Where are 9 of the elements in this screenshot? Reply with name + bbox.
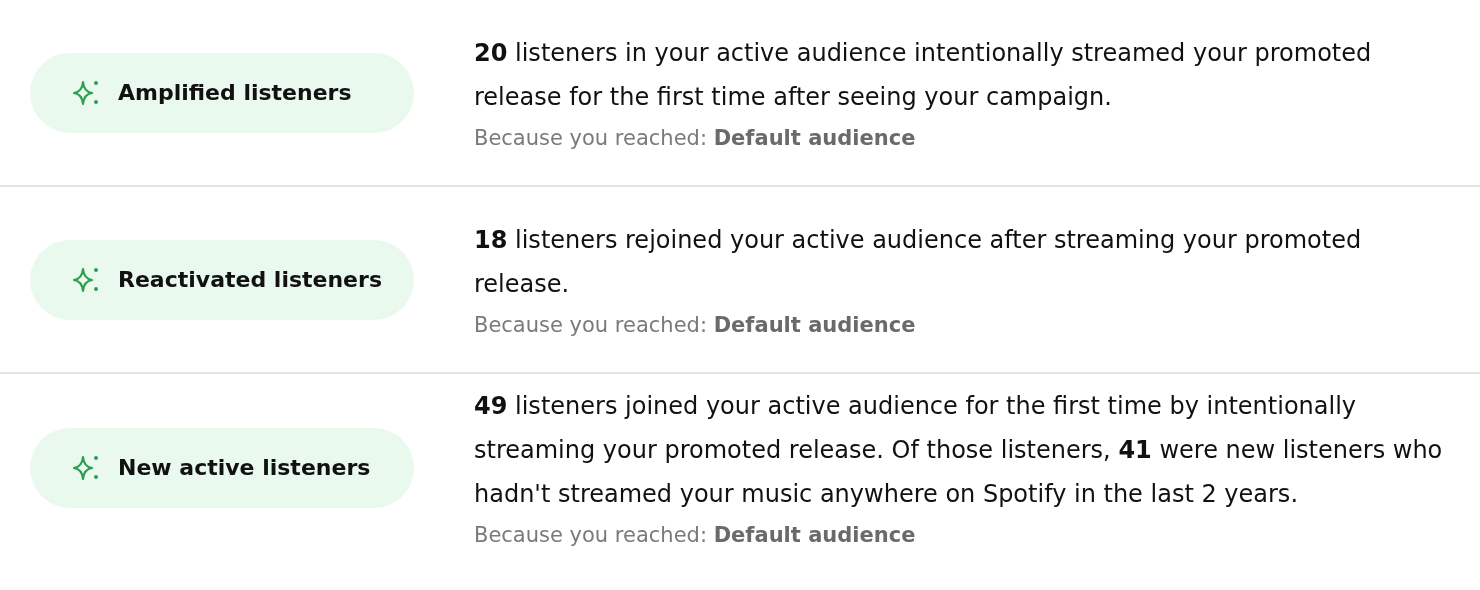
reason-text: Because you reached: Default audience [474,311,917,339]
badge-label: Amplified listeners [118,80,352,105]
description-text: 20 listeners in your active audience intentionally streamed your promoted release for the first time after seeing your campaign. [474,37,1373,113]
badge-label: New active listeners [118,455,371,480]
reason-text: Because you reached: Default audience [474,521,917,549]
description-text: 18 listeners rejoined your active audience after streaming your promoted release. [474,224,1363,300]
reason-text: Because you reached: Default audience [474,124,917,152]
badge-label: Reactivated listeners [118,267,382,292]
description-text: 49 listeners joined your active audience for the first time by intentionally streaming your promoted release. Of those listeners, 41 were new listeners who hadn't streamed your music anywhere on Spotify in the last 2 years. [474,390,1444,510]
